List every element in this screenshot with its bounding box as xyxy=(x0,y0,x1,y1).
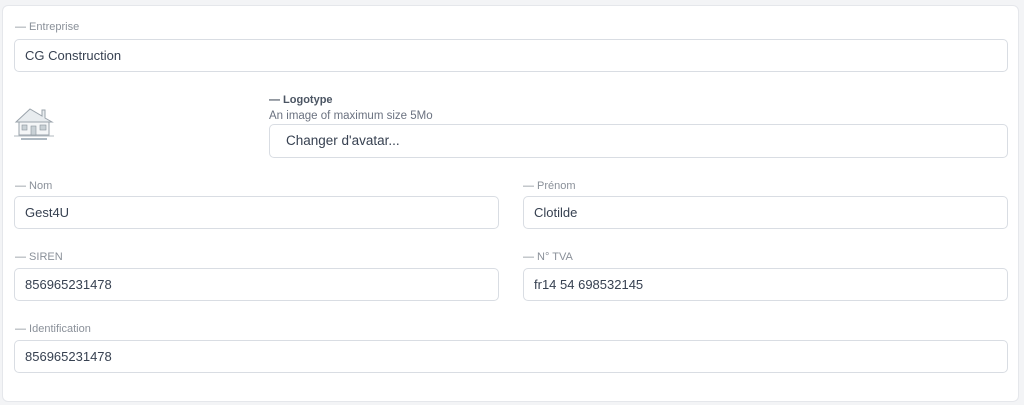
change-avatar-file-input[interactable]: Changer d'avatar... xyxy=(269,124,1008,158)
nom-input[interactable]: Gest4U xyxy=(14,196,499,229)
identification-label: — Identification xyxy=(15,323,91,335)
entreprise-label: — Entreprise xyxy=(15,21,80,33)
identification-input[interactable]: 856965231478 xyxy=(14,340,1008,373)
prenom-input[interactable]: Clotilde xyxy=(523,196,1008,229)
house-logo-icon xyxy=(14,108,54,140)
tva-input[interactable]: fr14 54 698532145 xyxy=(523,268,1008,301)
tva-label: — N° TVA xyxy=(523,251,573,263)
entreprise-input[interactable]: CG Construction xyxy=(14,39,1008,72)
logotype-label: — Logotype xyxy=(269,94,333,106)
siren-label: — SIREN xyxy=(15,251,63,263)
nom-label: — Nom xyxy=(15,180,53,192)
siren-input[interactable]: 856965231478 xyxy=(14,268,499,301)
prenom-label: — Prénom xyxy=(523,180,576,192)
logotype-hint: An image of maximum size 5Mo xyxy=(269,110,433,122)
